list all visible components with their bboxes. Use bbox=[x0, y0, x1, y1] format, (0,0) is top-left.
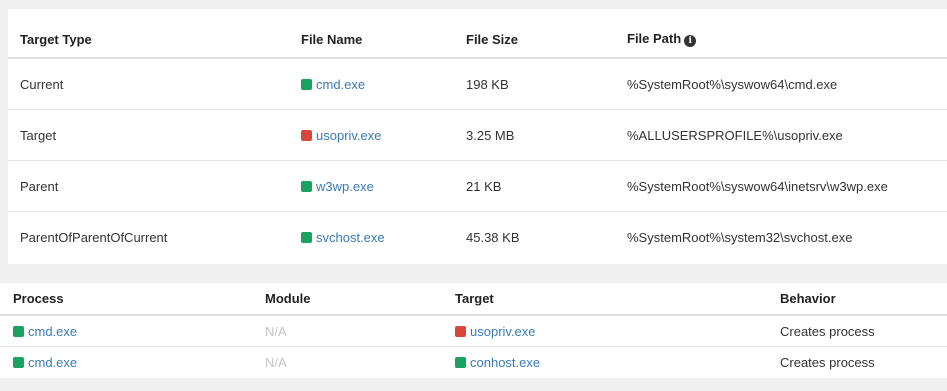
clean-status-icon bbox=[301, 78, 312, 90]
target-link[interactable]: usopriv.exe bbox=[470, 324, 536, 339]
targets-table: Target Type File Name File Size File Pat… bbox=[8, 9, 947, 262]
malicious-status-icon bbox=[455, 325, 466, 337]
process-cell: cmd.exe bbox=[0, 315, 265, 347]
file-path-cell: %SystemRoot%\system32\svchost.exe bbox=[627, 229, 853, 245]
table-row: ParentOfParentOfCurrent svchost.exe 45.3… bbox=[8, 212, 947, 263]
file-name-cell: svchost.exe bbox=[301, 212, 466, 263]
file-path-cell: %SystemRoot%\syswow64\inetsrv\w3wp.exe bbox=[627, 160, 947, 212]
clean-status-icon bbox=[13, 356, 24, 368]
module-cell: N/A bbox=[265, 354, 287, 370]
process-cell: cmd.exe bbox=[0, 347, 265, 378]
table-row: cmd.exe N/A conhost.exe Creates process bbox=[0, 347, 947, 378]
behavior-cell: Creates process bbox=[780, 354, 875, 370]
target-type-cell: ParentOfParentOfCurrent bbox=[20, 229, 168, 245]
header-file-size: File Size bbox=[466, 9, 627, 59]
table-row: Parent w3wp.exe 21 KB %SystemRoot%\syswo… bbox=[8, 160, 947, 212]
target-cell: usopriv.exe bbox=[455, 315, 780, 347]
target-type-cell: Target bbox=[8, 109, 301, 161]
targets-panel: Target Type File Name File Size File Pat… bbox=[8, 9, 947, 264]
clean-status-icon bbox=[301, 231, 312, 243]
file-link[interactable]: cmd.exe bbox=[316, 77, 365, 92]
info-circle-icon[interactable]: i bbox=[684, 35, 697, 47]
file-size-cell: 198 KB bbox=[466, 58, 627, 110]
header-module: Module bbox=[265, 283, 455, 316]
file-path-cell: %ALLUSERSPROFILE%\usopriv.exe bbox=[627, 109, 947, 161]
target-cell: conhost.exe bbox=[455, 347, 780, 378]
table-row: Current cmd.exe 198 KB %SystemRoot%\sysw… bbox=[8, 58, 947, 110]
header-file-path: File Path i bbox=[627, 9, 947, 59]
target-type-cell: Parent bbox=[8, 160, 301, 212]
behaviors-header-row: Process Module Target Behavior bbox=[0, 283, 947, 316]
target-link[interactable]: conhost.exe bbox=[470, 355, 540, 370]
malicious-status-icon bbox=[301, 129, 312, 141]
clean-status-icon bbox=[13, 325, 24, 337]
table-row: Target usopriv.exe 3.25 MB %ALLUSERSPROF… bbox=[8, 109, 947, 161]
file-link[interactable]: w3wp.exe bbox=[316, 179, 374, 194]
process-link[interactable]: cmd.exe bbox=[28, 355, 77, 370]
file-name-cell: cmd.exe bbox=[301, 58, 466, 110]
file-size-cell: 21 KB bbox=[466, 160, 627, 212]
file-size-cell: 45.38 KB bbox=[466, 229, 520, 245]
file-link[interactable]: svchost.exe bbox=[316, 230, 385, 245]
header-process: Process bbox=[0, 283, 265, 316]
target-type-cell: Current bbox=[8, 58, 301, 110]
file-name-cell: w3wp.exe bbox=[301, 160, 466, 212]
behaviors-panel: Process Module Target Behavior cmd.exe N… bbox=[0, 283, 947, 378]
file-path-cell: %SystemRoot%\syswow64\cmd.exe bbox=[627, 58, 947, 110]
header-behavior: Behavior bbox=[780, 283, 947, 316]
file-name-cell: usopriv.exe bbox=[301, 109, 466, 161]
table-row: cmd.exe N/A usopriv.exe Creates process bbox=[0, 315, 947, 347]
header-file-name: File Name bbox=[301, 9, 466, 59]
behavior-cell: Creates process bbox=[780, 315, 947, 347]
behaviors-table: Process Module Target Behavior cmd.exe N… bbox=[0, 283, 947, 377]
module-cell: N/A bbox=[265, 315, 455, 347]
header-target: Target bbox=[455, 283, 780, 316]
process-link[interactable]: cmd.exe bbox=[28, 324, 77, 339]
targets-header-row: Target Type File Name File Size File Pat… bbox=[8, 9, 947, 59]
header-file-path-label: File Path bbox=[627, 31, 682, 46]
clean-status-icon bbox=[301, 180, 312, 192]
file-link[interactable]: usopriv.exe bbox=[316, 128, 382, 143]
clean-status-icon bbox=[455, 356, 466, 368]
file-size-cell: 3.25 MB bbox=[466, 109, 627, 161]
header-target-type: Target Type bbox=[8, 9, 301, 59]
